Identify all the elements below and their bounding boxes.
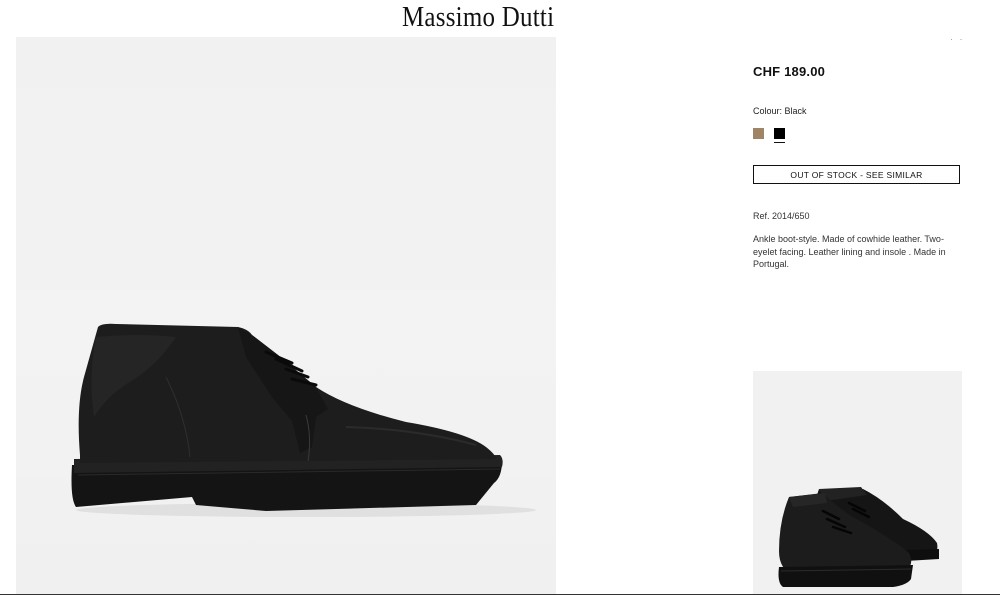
product-thumbnail[interactable]: [753, 371, 962, 595]
product-description: Ankle boot-style. Made of cowhide leathe…: [753, 234, 946, 269]
scroll-indicator: · ·: [950, 34, 965, 44]
colour-label: Colour:: [753, 106, 783, 116]
product-price: CHF 189.00: [753, 64, 826, 79]
brand-logo[interactable]: Massimo Dutti: [0, 1, 956, 34]
colour-info: Colour: Black: [753, 106, 807, 116]
product-reference: Ref. 2014/650: [753, 211, 810, 221]
out-of-stock-see-similar-button[interactable]: OUT OF STOCK - SEE SIMILAR: [753, 165, 960, 184]
product-page: Massimo Dutti · · CHF 189.00 Colour: Bla…: [0, 0, 1000, 595]
boots-pair-illustration: [778, 487, 939, 587]
swatch-black[interactable]: [774, 128, 785, 143]
swatch-brown[interactable]: [753, 128, 764, 139]
colour-value: Black: [784, 106, 807, 116]
boot-side-view-illustration: [71, 323, 536, 517]
main-product-image[interactable]: [16, 37, 556, 595]
colour-swatches: [753, 128, 785, 143]
